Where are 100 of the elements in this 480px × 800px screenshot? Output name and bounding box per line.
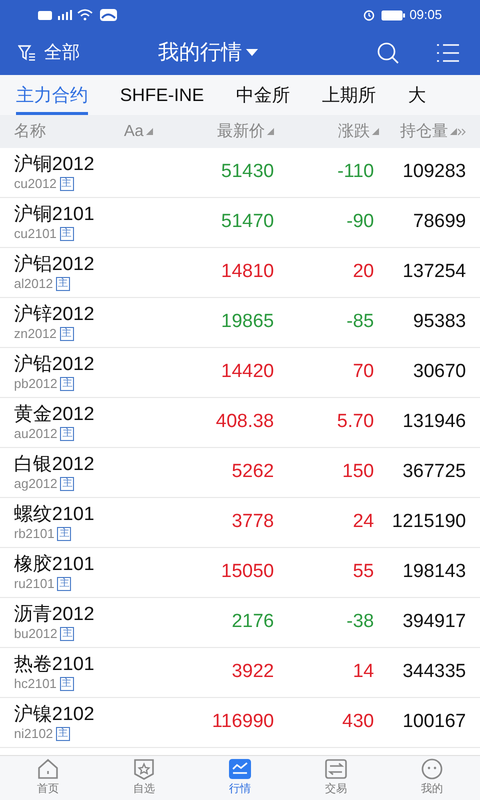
contract-code: cu2101 [14, 226, 57, 242]
change-cell-text: 430 [341, 710, 374, 734]
column-header[interactable]: 持仓量 [400, 120, 457, 144]
contract-code: ru2101 [14, 576, 54, 592]
change-cell-text: 24 [352, 510, 374, 534]
change-cell-text: -110 [336, 160, 374, 184]
contract-code: rb2101 [14, 526, 54, 542]
main-contract-tag: 主 [60, 227, 74, 242]
battery-icon [381, 10, 406, 20]
nav-tab[interactable]: 首页 [0, 756, 96, 800]
status-time: 09:05 [409, 6, 442, 24]
contract-name: 螺纹2101 [14, 502, 96, 526]
open-interest-cell-text: 1215190 [391, 510, 466, 534]
change-cell-text: 55 [352, 560, 374, 584]
contract-name: 白银2012 [14, 452, 96, 476]
sort-icon [267, 128, 274, 135]
main-contract-tag: 主 [60, 177, 74, 192]
main-contract-tag: 主 [60, 427, 74, 442]
chart-icon [228, 758, 252, 780]
exchange-tab[interactable]: 中金所 [236, 75, 290, 115]
contract-code: zn2012 [14, 326, 57, 342]
open-interest-cell-text: 109283 [402, 160, 466, 184]
change-cell-text: -90 [346, 210, 374, 234]
price-cell-text: 116990 [211, 710, 274, 734]
contract-code: bu2012 [14, 626, 58, 642]
search-icon [376, 40, 400, 64]
open-interest-cell-text: 30670 [412, 360, 466, 384]
contract-name: 沪铜2012 [14, 152, 96, 176]
contract-code: cu2012 [14, 176, 57, 192]
change-cell-text: -38 [346, 610, 374, 634]
contract-code: pb2012 [14, 376, 58, 392]
change-cell-text: 5.70 [336, 410, 374, 434]
change-cell-text: 14 [352, 660, 374, 684]
nav-tab[interactable]: 我的 [384, 756, 480, 800]
exchange-tab[interactable]: 上期所 [322, 75, 376, 115]
sort-icon [450, 128, 457, 135]
star-shield-icon [132, 758, 156, 780]
open-interest-cell-text: 100167 [402, 710, 466, 734]
open-interest-cell-text: 95383 [412, 310, 466, 334]
open-interest-cell-text: 137254 [402, 260, 466, 284]
column-header[interactable]: Aa [124, 120, 153, 144]
main-contract-tag: 主 [56, 277, 70, 292]
column-header[interactable]: 涨跌 [338, 120, 379, 144]
main-contract-tag: 主 [60, 677, 74, 692]
open-interest-cell-text: 131946 [402, 410, 466, 434]
column-header[interactable]: 名称 [14, 120, 46, 144]
price-cell-text: 408.38 [214, 410, 274, 434]
main-contract-tag: 主 [56, 727, 70, 742]
caret-icon [246, 49, 258, 56]
open-interest-cell-text: 198143 [402, 560, 466, 584]
contract-code: ni2102 [14, 726, 54, 742]
price-cell-text: 2176 [230, 610, 274, 634]
contract-name: 沪铝2012 [14, 252, 96, 276]
open-interest-cell-text: 394917 [402, 610, 466, 634]
main-contract-tag: 主 [60, 327, 74, 342]
nav-tab[interactable]: 交易 [288, 756, 384, 800]
contract-name: 沪铜2101 [14, 202, 96, 226]
exchange-icon [324, 758, 348, 780]
sort-icon [146, 128, 153, 135]
price-cell-text: 5262 [230, 460, 274, 484]
contract-name: 橡胶2101 [14, 552, 96, 576]
price-cell-text: 51430 [220, 160, 274, 184]
sort-icon [372, 128, 379, 135]
price-cell-text: 3778 [230, 510, 274, 534]
contract-name: 热卷2101 [14, 652, 96, 676]
price-cell-text: 3922 [230, 660, 274, 684]
alarm-icon [363, 9, 376, 21]
main-contract-tag: 主 [57, 527, 72, 542]
contract-name: 沪锌2012 [14, 302, 96, 326]
price-cell-text: 15050 [220, 560, 274, 584]
open-interest-cell-text: 344335 [402, 660, 466, 684]
search-button[interactable] [376, 40, 400, 64]
exchange-tab[interactable]: 大 [408, 75, 426, 115]
main-contract-tag: 主 [60, 477, 74, 492]
home-icon [36, 758, 60, 780]
exchange-tab[interactable]: SHFE-INE [120, 75, 204, 115]
change-cell-text: -85 [346, 310, 374, 334]
nav-tab[interactable]: 行情 [192, 756, 288, 800]
change-cell-text: 150 [341, 460, 374, 484]
filter-icon [18, 44, 36, 60]
smiley-icon [420, 758, 444, 780]
contract-name: 沥青2012 [14, 602, 96, 626]
contract-name: 沪铅2012 [14, 352, 96, 376]
menu-button[interactable] [436, 42, 460, 62]
menu-icon [436, 42, 460, 62]
main-contract-tag: 主 [60, 377, 74, 392]
column-header[interactable]: 最新价 [217, 120, 274, 144]
nav-tab[interactable]: 自选 [96, 756, 192, 800]
contract-code: al2012 [14, 276, 54, 292]
change-cell-text: 20 [352, 260, 374, 284]
main-contract-tag: 主 [60, 627, 74, 642]
contract-code: ag2012 [14, 476, 58, 492]
contract-name: 沪镍2102 [14, 702, 96, 726]
filter-button[interactable]: 全部 [18, 39, 158, 66]
price-cell-text: 14420 [220, 360, 274, 384]
open-interest-cell-text: 78699 [412, 210, 466, 234]
price-cell-text: 19865 [220, 310, 274, 334]
price-cell-text: 14810 [220, 260, 274, 284]
title-dropdown[interactable]: 我的行情 [158, 36, 258, 68]
price-cell-text: 51470 [220, 210, 274, 234]
